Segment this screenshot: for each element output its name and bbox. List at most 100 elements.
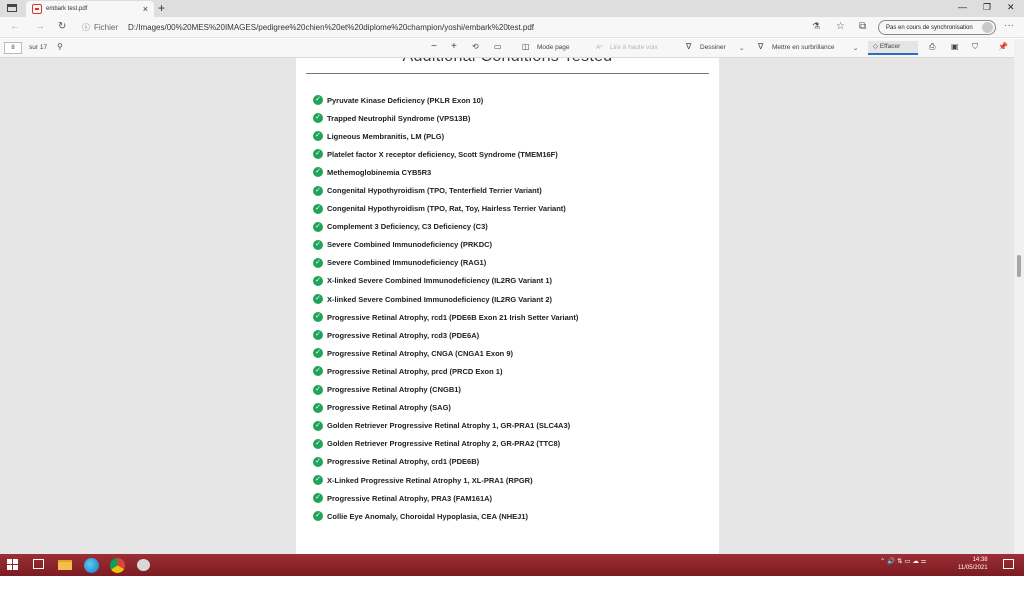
scrollbar-thumb[interactable] xyxy=(1017,255,1021,277)
condition-item: ✓ Golden Retriever Progressive Retinal At… xyxy=(313,435,713,453)
pinned-app-icon[interactable] xyxy=(137,559,150,571)
window-menu-icon[interactable] xyxy=(7,4,17,12)
highlight-button[interactable]: Mettre en surbrillance xyxy=(772,44,835,51)
rotate-icon[interactable]: ⟲ xyxy=(472,42,479,51)
more-menu-button[interactable]: ··· xyxy=(1004,20,1014,31)
file-explorer-icon[interactable] xyxy=(58,560,72,570)
pin-toolbar-icon[interactable]: 📌 xyxy=(998,42,1008,51)
check-icon: ✓ xyxy=(313,493,323,504)
read-aloud-icon[interactable]: Aˣ xyxy=(596,44,602,51)
condition-item: ✓ Severe Combined Immunodeficiency (RAG1) xyxy=(313,254,713,272)
check-icon: ✓ xyxy=(313,511,323,522)
erase-button[interactable]: ◇ Effacer xyxy=(868,41,918,55)
clock-date: 11/05/2021 xyxy=(958,565,988,571)
window-close-button[interactable]: ✕ xyxy=(1007,2,1015,13)
clock-time: 14:38 xyxy=(972,557,988,563)
reading-view-icon[interactable]: ⚗ xyxy=(812,21,820,32)
page-total: sur 17 xyxy=(29,44,48,51)
highlight-icon[interactable]: ∇ xyxy=(758,42,763,51)
refresh-icon[interactable]: ↻ xyxy=(58,21,66,32)
tab-strip: embark test.pdf × + — ❐ ✕ xyxy=(0,0,1024,17)
condition-label: Severe Combined Immunodeficiency (RAG1) xyxy=(327,258,487,268)
condition-item: ✓ Trapped Neutrophil Syndrome (VPS13B) xyxy=(313,109,713,127)
task-view-icon[interactable] xyxy=(33,559,44,569)
notification-icon[interactable] xyxy=(1003,559,1014,569)
windows-start-icon[interactable] xyxy=(7,559,18,570)
condition-item: ✓ X-linked Severe Combined Immunodeficien… xyxy=(313,272,713,290)
zoom-out-button[interactable]: − xyxy=(431,41,437,52)
new-tab-button[interactable]: + xyxy=(158,1,165,15)
check-icon: ✓ xyxy=(313,131,323,142)
tab-title: embark test.pdf xyxy=(46,6,88,12)
print-icon[interactable]: ⎙ xyxy=(929,42,935,52)
pdf-viewer: Additional Conditions Tested ✓ Pyruvate K… xyxy=(0,58,1024,554)
condition-item: ✓ Progressive Retinal Atrophy, crd1 (PDE6… xyxy=(313,453,713,471)
condition-label: Golden Retriever Progressive Retinal Atr… xyxy=(327,421,571,431)
condition-label: Progressive Retinal Atrophy, CNGA (CNGA1… xyxy=(327,348,514,358)
condition-label: Progressive Retinal Atrophy, prcd (PRCD … xyxy=(327,366,503,376)
condition-label: Collie Eye Anomaly, Choroidal Hypoplasia… xyxy=(327,511,529,521)
search-icon[interactable]: ⚲ xyxy=(57,42,63,51)
draw-button[interactable]: Dessiner xyxy=(700,44,726,51)
system-tray[interactable]: ⌃ 🔊 ⇅ ▭ ☁ ⚌ xyxy=(880,557,926,565)
condition-label: Complement 3 Deficiency, C3 Deficiency (… xyxy=(327,222,488,232)
save-as-icon[interactable]: ⛉ xyxy=(972,42,978,52)
condition-label: Methemoglobinemia CYB5R3 xyxy=(327,167,432,177)
condition-label: Ligneous Membranitis, LM (PLG) xyxy=(327,131,445,141)
page-mode-button[interactable]: Mode page xyxy=(537,44,570,51)
highlight-dropdown-icon[interactable]: ⌄ xyxy=(853,44,858,52)
check-icon: ✓ xyxy=(313,312,323,323)
condition-label: X-Linked Progressive Retinal Atrophy 1, … xyxy=(327,475,533,485)
vertical-scrollbar[interactable] xyxy=(1014,39,1024,554)
page-number-input[interactable]: 8 xyxy=(4,42,22,54)
zoom-in-button[interactable]: + xyxy=(451,41,457,52)
draw-dropdown-icon[interactable]: ⌄ xyxy=(739,44,744,52)
page-mode-icon[interactable]: ◫ xyxy=(522,42,530,51)
check-icon: ✓ xyxy=(313,275,323,286)
favorite-icon[interactable]: ☆ xyxy=(836,21,845,32)
tab-embark-test[interactable]: embark test.pdf × xyxy=(26,1,154,17)
draw-icon[interactable]: ∇ xyxy=(686,42,691,51)
check-icon: ✓ xyxy=(313,438,323,449)
check-icon: ✓ xyxy=(313,420,323,431)
info-icon: ⓘ xyxy=(82,22,90,32)
condition-item: ✓ Progressive Retinal Atrophy, PRA3 (FAM1… xyxy=(313,489,713,507)
sync-button[interactable]: Pas en cours de synchronisation xyxy=(878,20,996,35)
condition-item: ✓ Severe Combined Immunodeficiency (PRKDC… xyxy=(313,236,713,254)
check-icon: ✓ xyxy=(313,456,323,467)
check-icon: ✓ xyxy=(313,402,323,413)
condition-item: ✓ Collie Eye Anomaly, Choroidal Hypoplasi… xyxy=(313,507,713,525)
back-icon[interactable]: ← xyxy=(10,21,20,32)
condition-label: Progressive Retinal Atrophy, crd1 (PDE6B… xyxy=(327,457,480,467)
minimize-button[interactable]: — xyxy=(958,2,967,12)
forward-icon[interactable]: → xyxy=(35,21,45,32)
fit-page-icon[interactable]: ▭ xyxy=(494,42,502,51)
address-bar: ← → ↻ ⓘ Fichier D:/Images/00%20MES%20IMA… xyxy=(0,17,1024,38)
restore-button[interactable]: ❐ xyxy=(983,2,991,13)
condition-item: ✓ Complement 3 Deficiency, C3 Deficiency … xyxy=(313,218,713,236)
chrome-icon[interactable] xyxy=(110,558,125,573)
heading-divider xyxy=(306,73,709,74)
save-icon[interactable]: ▣ xyxy=(951,42,959,51)
clock[interactable]: 14:38 11/05/2021 xyxy=(958,556,988,572)
condition-item: ✓ Ligneous Membranitis, LM (PLG) xyxy=(313,127,713,145)
check-icon: ✓ xyxy=(313,366,323,377)
check-icon: ✓ xyxy=(313,167,323,178)
condition-item: ✓ X-linked Severe Combined Immunodeficien… xyxy=(313,290,713,308)
read-aloud-button[interactable]: Lire à haute voix xyxy=(610,44,658,51)
check-icon: ✓ xyxy=(313,203,323,214)
condition-item: ✓ Progressive Retinal Atrophy, CNGA (CNGA… xyxy=(313,344,713,362)
url-field[interactable]: ⓘ Fichier D:/Images/00%20MES%20IMAGES/pe… xyxy=(82,20,802,34)
erase-label: Effacer xyxy=(879,43,901,50)
condition-label: Platelet factor X receptor deficiency, S… xyxy=(327,149,558,159)
collections-icon[interactable]: ⧉ xyxy=(859,21,866,32)
tab-close-button[interactable]: × xyxy=(143,4,148,14)
url-text: D:/Images/00%20MES%20IMAGES/pedigree%20c… xyxy=(128,22,535,32)
condition-label: X-linked Severe Combined Immunodeficienc… xyxy=(327,276,553,286)
check-icon: ✓ xyxy=(313,185,323,196)
eraser-icon: ◇ xyxy=(873,43,880,50)
edge-browser-icon[interactable] xyxy=(84,558,99,573)
condition-item: ✓ Progressive Retinal Atrophy, rcd3 (PDE6… xyxy=(313,326,713,344)
avatar xyxy=(982,22,993,33)
condition-item: ✓ Congenital Hypothyroidism (TPO, Rat, To… xyxy=(313,200,713,218)
